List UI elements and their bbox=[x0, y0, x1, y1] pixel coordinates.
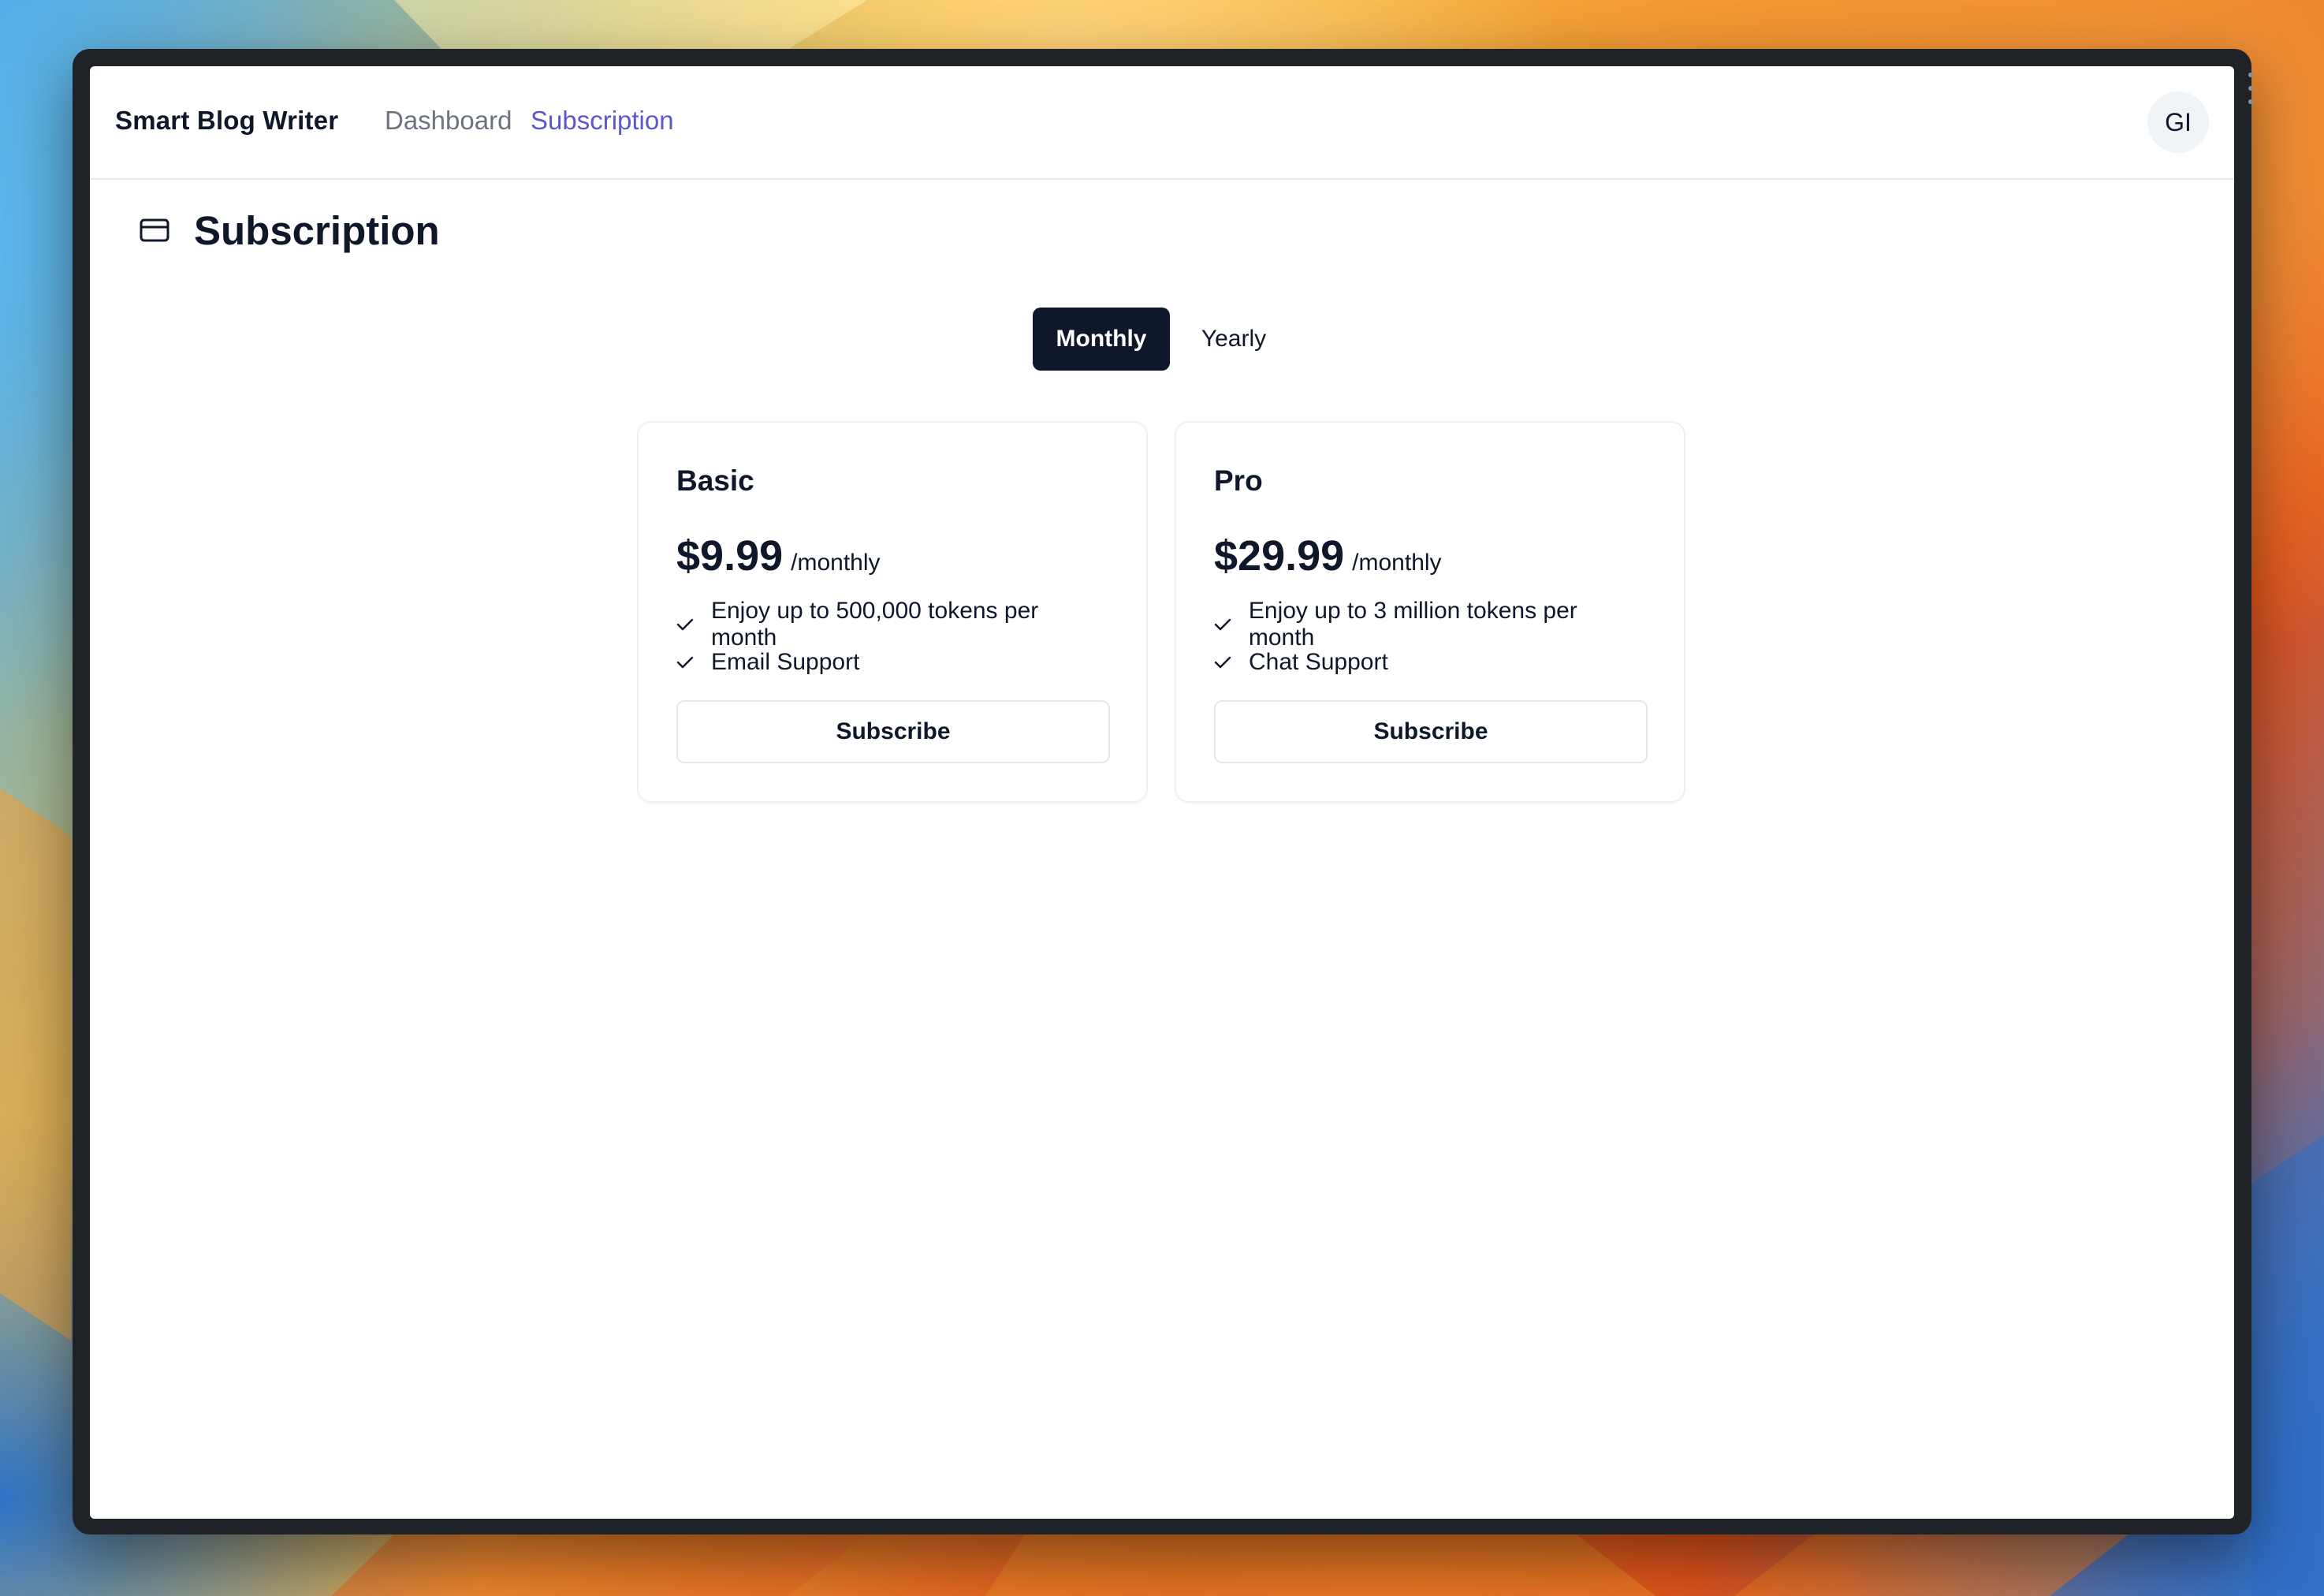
window-resize-handle[interactable] bbox=[2247, 73, 2255, 104]
feature-text: Enjoy up to 3 million tokens per month bbox=[1248, 598, 1577, 651]
check-icon bbox=[676, 653, 695, 672]
toggle-yearly[interactable]: Yearly bbox=[1170, 308, 1298, 371]
page-header: Subscription bbox=[139, 205, 440, 255]
plan-price: $29.99 bbox=[1214, 532, 1345, 580]
plan-name: Basic bbox=[676, 464, 754, 497]
user-avatar[interactable]: GI bbox=[2147, 91, 2209, 153]
plan-price: $9.99 bbox=[676, 532, 784, 580]
subscribe-button-basic[interactable]: Subscribe bbox=[676, 700, 1110, 763]
plans-list: Basic $9.99 /monthly Enjoy up to 500,000… bbox=[637, 421, 1685, 803]
credit-card-icon bbox=[139, 214, 170, 246]
feature-text: Email Support bbox=[711, 649, 860, 675]
plan-card-basic: Basic $9.99 /monthly Enjoy up to 500,000… bbox=[637, 421, 1148, 803]
subscribe-button-pro[interactable]: Subscribe bbox=[1214, 700, 1648, 763]
feature-text: Enjoy up to 500,000 tokens per month bbox=[710, 598, 1039, 651]
billing-period-toggle: Monthly Yearly bbox=[1033, 308, 1298, 371]
plan-card-pro: Pro $29.99 /monthly Enjoy up to 3 millio… bbox=[1175, 421, 1685, 803]
feature-item: Enjoy up to 3 million tokens per month bbox=[1214, 598, 1648, 651]
brand-name[interactable]: Smart Blog Writer bbox=[115, 106, 338, 136]
plan-name: Pro bbox=[1214, 464, 1263, 497]
feature-item: Enjoy up to 500,000 tokens per month bbox=[676, 598, 1110, 651]
feature-list: Enjoy up to 3 million tokens per month C… bbox=[1214, 598, 1648, 681]
page-title: Subscription bbox=[194, 207, 440, 253]
desktop-wallpaper: Smart Blog Writer Dashboard Subscription… bbox=[0, 0, 2324, 1596]
app-window: Smart Blog Writer Dashboard Subscription… bbox=[90, 66, 2234, 1519]
nav-link-dashboard[interactable]: Dashboard bbox=[385, 106, 512, 136]
feature-text: Chat Support bbox=[1249, 649, 1388, 675]
check-icon bbox=[1214, 653, 1233, 672]
check-icon bbox=[676, 615, 695, 634]
plan-period: /monthly bbox=[791, 550, 881, 576]
price-row: $9.99 /monthly bbox=[676, 531, 1110, 580]
price-row: $29.99 /monthly bbox=[1214, 531, 1648, 580]
nav-link-subscription[interactable]: Subscription bbox=[531, 106, 674, 136]
plan-period: /monthly bbox=[1352, 550, 1442, 576]
check-icon bbox=[1214, 615, 1233, 634]
feature-list: Enjoy up to 500,000 tokens per month Ema… bbox=[676, 598, 1110, 681]
toggle-monthly[interactable]: Monthly bbox=[1033, 308, 1170, 371]
top-navigation-bar: Smart Blog Writer Dashboard Subscription… bbox=[90, 66, 2234, 180]
